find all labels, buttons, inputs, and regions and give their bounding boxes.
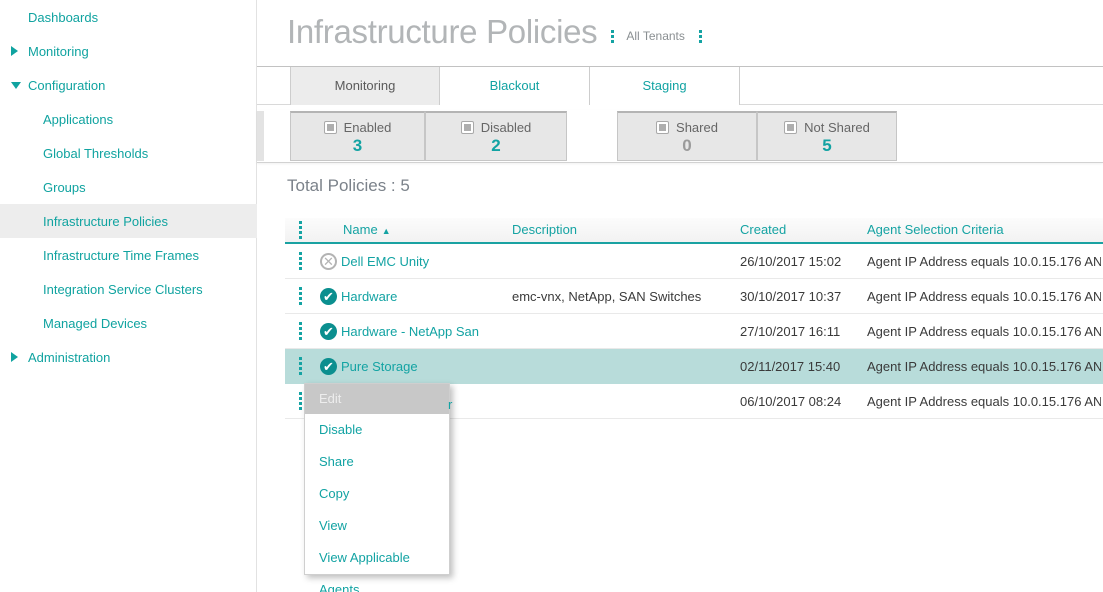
filter-checkbox-icon [324, 121, 337, 134]
sidebar-item-integration-service-clusters[interactable]: Integration Service Clusters [0, 272, 257, 306]
page-title: Infrastructure Policies [287, 13, 597, 51]
stat-value: 0 [618, 136, 756, 156]
stat-label: Disabled [481, 120, 532, 135]
page-header: Infrastructure Policies All Tenants [287, 0, 702, 64]
table-menu-kebab-icon[interactable] [299, 221, 302, 239]
policy-description: emc-vnx, NetApp, SAN Switches [512, 289, 701, 304]
table-row[interactable]: ✔ Hardware emc-vnx, NetApp, SAN Switches… [285, 279, 1103, 314]
policy-name-link[interactable]: Hardware [341, 289, 397, 304]
policy-enabled-icon: ✔ [320, 358, 337, 375]
sidebar-item-dashboards[interactable]: Dashboards [0, 0, 257, 34]
column-header-name[interactable]: Name▲ [343, 222, 391, 237]
policy-created: 02/11/2017 15:40 [740, 359, 840, 374]
table-header: Name▲ Description Created Agent Selectio… [285, 218, 1103, 244]
sidebar-item-label: Global Thresholds [43, 146, 148, 161]
filter-checkbox-icon [656, 121, 669, 134]
filter-checkbox-icon [784, 121, 797, 134]
stat-disabled[interactable]: Disabled 2 [425, 111, 567, 161]
sidebar-item-applications[interactable]: Applications [0, 102, 257, 136]
sidebar-item-label: Dashboards [28, 10, 98, 25]
chevron-down-icon [11, 82, 21, 89]
stat-label: Not Shared [804, 120, 870, 135]
table-row[interactable]: ✕ Dell EMC Unity 26/10/2017 15:02 Agent … [285, 244, 1103, 279]
context-menu-item-copy[interactable]: Copy [305, 478, 449, 510]
sidebar-item-infrastructure-time-frames[interactable]: Infrastructure Time Frames [0, 238, 257, 272]
sidebar-item-label: Managed Devices [43, 316, 147, 331]
policy-name-link[interactable]: Hardware - NetApp San [341, 324, 479, 339]
band-edge-decoration [257, 111, 264, 161]
row-actions-kebab-icon[interactable] [299, 252, 302, 270]
context-menu-item-edit[interactable]: Edit [305, 384, 449, 414]
sidebar-item-infrastructure-policies[interactable]: Infrastructure Policies [0, 204, 257, 238]
stat-value: 2 [426, 136, 566, 156]
policy-created: 27/10/2017 16:11 [740, 324, 840, 339]
sidebar-item-administration[interactable]: Administration [0, 340, 257, 374]
sidebar-item-label: Integration Service Clusters [43, 282, 203, 297]
sidebar-item-label: Infrastructure Time Frames [43, 248, 199, 263]
row-actions-kebab-icon[interactable] [299, 322, 302, 340]
policy-created: 26/10/2017 15:02 [740, 254, 841, 269]
row-actions-kebab-icon[interactable] [299, 392, 302, 410]
row-actions-kebab-icon[interactable] [299, 357, 302, 375]
table-row-selected[interactable]: ✔ Pure Storage 02/11/2017 15:40 Agent IP… [285, 349, 1103, 384]
policy-criteria: Agent IP Address equals 10.0.15.176 AN..… [867, 324, 1101, 339]
total-policies-label: Total Policies : 5 [287, 176, 410, 196]
sidebar: Dashboards Monitoring Configuration Appl… [0, 0, 257, 592]
sidebar-item-monitoring[interactable]: Monitoring [0, 34, 257, 68]
stat-not-shared[interactable]: Not Shared 5 [757, 111, 897, 161]
column-header-created[interactable]: Created [740, 222, 786, 237]
sidebar-item-label: Infrastructure Policies [43, 214, 168, 229]
policy-enabled-icon: ✔ [320, 288, 337, 305]
context-menu-item-share[interactable]: Share [305, 446, 449, 478]
table-row[interactable]: ✔ Hardware - NetApp San 27/10/2017 16:11… [285, 314, 1103, 349]
tab-monitoring[interactable]: Monitoring [290, 67, 440, 105]
policy-name-link[interactable]: Dell EMC Unity [341, 254, 429, 269]
stat-label: Enabled [344, 120, 392, 135]
sidebar-item-label: Configuration [28, 78, 105, 93]
policy-created: 30/10/2017 10:37 [740, 289, 841, 304]
stat-value: 5 [758, 136, 896, 156]
context-menu-item-disable[interactable]: Disable [305, 414, 449, 446]
sidebar-item-label: Groups [43, 180, 86, 195]
policy-enabled-icon: ✔ [320, 323, 337, 340]
stat-enabled[interactable]: Enabled 3 [290, 111, 425, 161]
app-window: Dashboards Monitoring Configuration Appl… [0, 0, 1103, 592]
tenant-selector[interactable]: All Tenants [626, 29, 684, 43]
policy-disabled-icon: ✕ [320, 253, 337, 270]
policy-criteria: Agent IP Address equals 10.0.15.176 AN..… [867, 289, 1101, 304]
policy-name-fragment[interactable]: r [448, 397, 452, 412]
sidebar-item-label: Monitoring [28, 44, 89, 59]
sidebar-item-global-thresholds[interactable]: Global Thresholds [0, 136, 257, 170]
context-menu-item-view-applicable-agents[interactable]: View Applicable Agents [305, 542, 449, 574]
sidebar-item-label: Applications [43, 112, 113, 127]
row-context-menu: Edit Disable Share Copy View View Applic… [304, 383, 450, 575]
chevron-right-icon [11, 352, 18, 362]
title-options-kebab-icon[interactable] [611, 30, 614, 43]
tab-staging[interactable]: Staging [590, 67, 740, 105]
policy-created: 06/10/2017 08:24 [740, 394, 841, 409]
sort-ascending-icon: ▲ [382, 226, 391, 236]
sidebar-item-label: Administration [28, 350, 110, 365]
chevron-right-icon [11, 46, 18, 56]
filter-checkbox-icon [461, 121, 474, 134]
column-header-description[interactable]: Description [512, 222, 577, 237]
stat-shared[interactable]: Shared 0 [617, 111, 757, 161]
sidebar-item-groups[interactable]: Groups [0, 170, 257, 204]
tenant-options-kebab-icon[interactable] [699, 30, 702, 43]
tab-blackout[interactable]: Blackout [440, 67, 590, 105]
stat-value: 3 [291, 136, 424, 156]
status-summary-band: Enabled 3 Disabled 2 Shared 0 Not Shared… [257, 110, 1103, 163]
context-menu-item-view[interactable]: View [305, 510, 449, 542]
policy-criteria: Agent IP Address equals 10.0.15.176 AN..… [867, 359, 1101, 374]
main-content: Infrastructure Policies All Tenants Moni… [257, 0, 1103, 592]
policy-criteria: Agent IP Address equals 10.0.15.176 AN..… [867, 394, 1101, 409]
policy-criteria: Agent IP Address equals 10.0.15.176 AN..… [867, 254, 1101, 269]
sidebar-item-configuration[interactable]: Configuration [0, 68, 257, 102]
sidebar-item-managed-devices[interactable]: Managed Devices [0, 306, 257, 340]
column-header-criteria[interactable]: Agent Selection Criteria [867, 222, 1101, 237]
row-actions-kebab-icon[interactable] [299, 287, 302, 305]
policy-name-link[interactable]: Pure Storage [341, 359, 418, 374]
tab-bar: Monitoring Blackout Staging [257, 66, 1103, 105]
stat-label: Shared [676, 120, 718, 135]
